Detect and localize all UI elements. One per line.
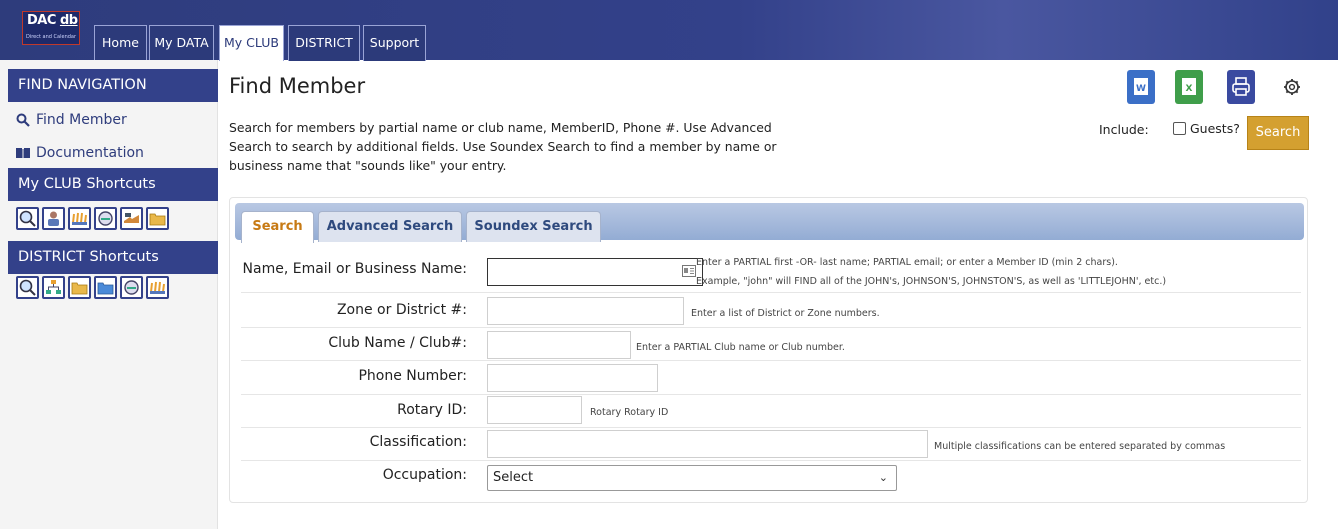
form-row-occupation: Occupation: Select ⌄ [241, 461, 1301, 494]
find-icon[interactable] [16, 207, 39, 230]
form-row-club: Club Name / Club#: Enter a PARTIAL Club … [241, 328, 1301, 361]
district-shortcuts-header: DISTRICT Shortcuts [8, 241, 218, 274]
sidebar-link-documentation[interactable]: Documentation [16, 145, 144, 161]
name-hint-example: Example, "john" will FIND all of the JOH… [696, 276, 1167, 287]
chevron-down-icon: ⌄ [878, 471, 888, 484]
guests-checkbox[interactable]: Guests? [1173, 121, 1240, 136]
logo-tagline: Direct and Calendar [26, 34, 77, 40]
calendar-icon[interactable] [94, 207, 117, 230]
handshake-icon[interactable] [120, 207, 143, 230]
word-icon[interactable]: W [1127, 70, 1155, 104]
tab-soundex-search[interactable]: Soundex Search [466, 211, 601, 242]
find-member-label: Find Member [36, 112, 127, 128]
form-row-classification: Classification: Multiple classifications… [241, 428, 1301, 461]
members-icon[interactable] [42, 207, 65, 230]
form-row-name: Name, Email or Business Name: Enter a PA… [241, 253, 1301, 293]
guests-label: Guests? [1190, 121, 1240, 136]
documentation-label: Documentation [36, 145, 144, 161]
occupation-label: Occupation: [382, 467, 467, 483]
organization-icon[interactable] [42, 276, 65, 299]
nav-tab-my-club[interactable]: My CLUB [219, 25, 284, 61]
print-icon[interactable] [1227, 70, 1255, 104]
book-icon [16, 146, 30, 160]
find-navigation-header: FIND NAVIGATION [8, 69, 218, 102]
zone-hint: Enter a list of District or Zone numbers… [691, 308, 880, 319]
search-tabbar: Search Advanced Search Soundex Search [235, 203, 1304, 243]
club-label: Club Name / Club#: [328, 335, 467, 351]
tab-advanced-search[interactable]: Advanced Search [318, 211, 462, 242]
gear-icon[interactable] [1278, 70, 1306, 104]
group-icon[interactable] [146, 276, 169, 299]
folder-icon[interactable] [146, 207, 169, 230]
form-row-zone: Zone or District #: Enter a list of Dist… [241, 293, 1301, 328]
form-row-rotary: Rotary ID: Rotary Rotary ID [241, 395, 1301, 428]
rotary-hint: Rotary Rotary ID [590, 407, 669, 418]
excel-icon[interactable]: X [1175, 70, 1203, 104]
contact-card-icon [682, 265, 696, 277]
find-icon[interactable] [16, 276, 39, 299]
nav-tab-home[interactable]: Home [94, 25, 147, 61]
folder-icon[interactable] [68, 276, 91, 299]
rotary-label: Rotary ID: [397, 402, 467, 418]
include-label: Include: [1099, 122, 1149, 137]
club-shortcuts-header: My CLUB Shortcuts [8, 168, 218, 201]
club-shortcuts-bar [16, 207, 169, 230]
name-input[interactable] [487, 258, 703, 286]
page-title: Find Member [229, 74, 366, 98]
nav-tab-support[interactable]: Support [363, 25, 426, 61]
checkbox-box[interactable] [1173, 122, 1186, 135]
calendar-icon[interactable] [120, 276, 143, 299]
rotary-id-input[interactable] [487, 396, 582, 424]
search-icon [16, 113, 30, 127]
classification-hint: Multiple classifications can be entered … [934, 441, 1226, 452]
page-description: Search for members by partial name or cl… [229, 120, 777, 173]
classification-label: Classification: [369, 434, 467, 450]
dacdb-logo[interactable]: DAC db Direct and Calendar [22, 11, 80, 45]
occupation-select[interactable]: Select ⌄ [487, 465, 897, 491]
top-navbar: DAC db Direct and Calendar Home My DATA … [0, 0, 1338, 61]
phone-input[interactable] [487, 364, 658, 392]
logo-text-dac: DAC [27, 13, 56, 28]
sidebar-link-find-member[interactable]: Find Member [16, 112, 127, 128]
club-hint: Enter a PARTIAL Club name or Club number… [636, 342, 845, 353]
name-label: Name, Email or Business Name: [242, 261, 467, 277]
nav-tab-district[interactable]: DISTRICT [288, 25, 360, 61]
svg-text:W: W [1136, 84, 1146, 94]
tab-search[interactable]: Search [241, 211, 314, 243]
classification-input[interactable] [487, 430, 928, 458]
club-input[interactable] [487, 331, 631, 359]
occupation-select-value: Select [493, 470, 534, 485]
form-row-phone: Phone Number: [241, 361, 1301, 395]
group-icon[interactable] [68, 207, 91, 230]
name-hint: Enter a PARTIAL first -OR- last name; PA… [696, 257, 1118, 268]
phone-label: Phone Number: [358, 368, 467, 384]
folder-open-icon[interactable] [94, 276, 117, 299]
zone-label: Zone or District #: [336, 302, 467, 318]
search-button[interactable]: Search [1247, 116, 1309, 150]
svg-text:X: X [1186, 84, 1193, 94]
sidebar: FIND NAVIGATION Find Member Documentatio… [0, 60, 218, 529]
search-panel: Search Advanced Search Soundex Search Na… [229, 197, 1308, 503]
nav-tab-my-data[interactable]: My DATA [149, 25, 214, 61]
logo-text-db: db [59, 13, 78, 28]
zone-input[interactable] [487, 297, 684, 325]
district-shortcuts-bar [16, 276, 169, 299]
